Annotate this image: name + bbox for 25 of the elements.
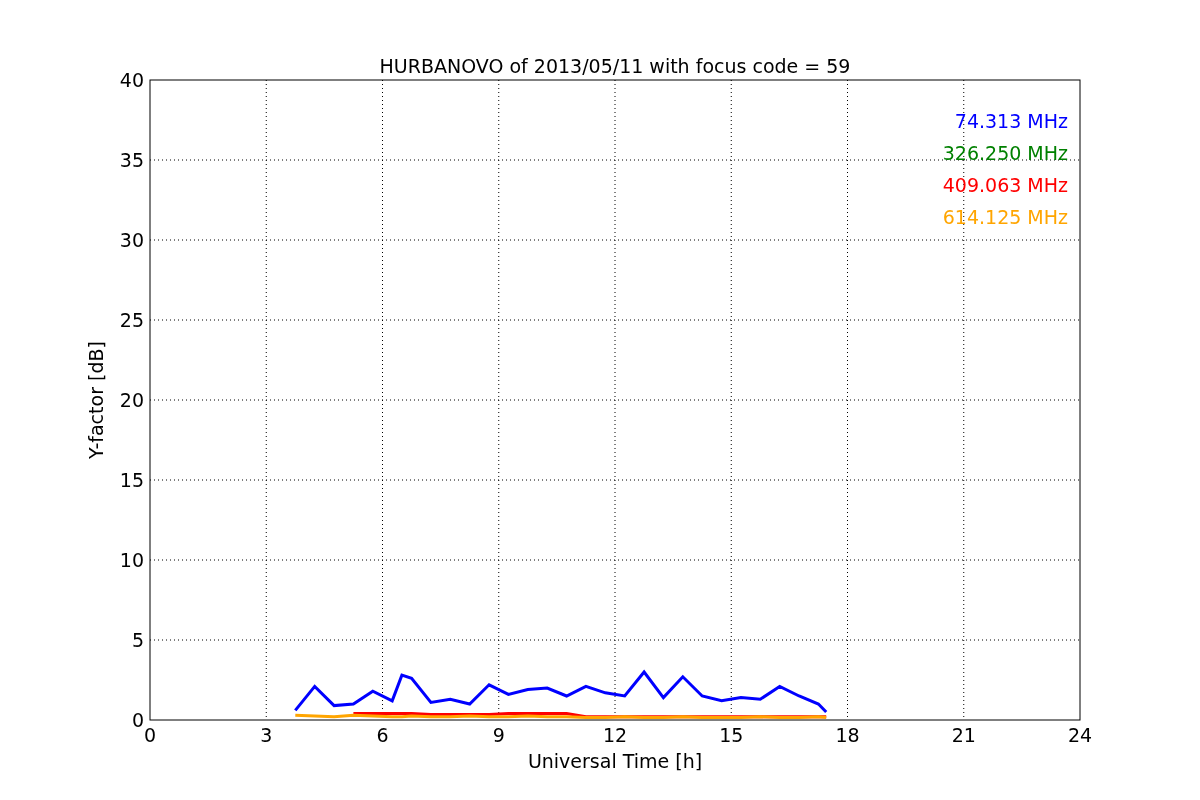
tick-label: 3	[260, 724, 273, 746]
tick-label: 25	[119, 309, 144, 331]
chart-title: HURBANOVO of 2013/05/11 with focus code = 59	[379, 55, 851, 77]
tick-label: 0	[131, 709, 144, 731]
tick-label: 20	[119, 389, 144, 411]
tick-label: 24	[1067, 724, 1093, 746]
y-axis-label: Y-factor [dB]	[85, 341, 107, 459]
tick-label: 21	[951, 724, 976, 746]
legend-label: 409.063 MHz	[942, 174, 1068, 196]
legend-label: 74.313 MHz	[954, 110, 1068, 132]
tick-label: 15	[719, 724, 744, 746]
tick-label: 9	[492, 724, 505, 746]
tick-label: 6	[376, 724, 389, 746]
legend-label: 614.125 MHz	[942, 206, 1068, 228]
tick-label: 18	[835, 724, 860, 746]
x-axis-label: Universal Time [h]	[527, 750, 703, 772]
tick-label: 30	[119, 229, 144, 251]
tick-label: 5	[131, 629, 144, 651]
tick-label: 12	[602, 724, 628, 746]
tick-label: 35	[119, 149, 144, 171]
tick-label: 0	[143, 724, 157, 746]
tick-label: 40	[119, 69, 144, 91]
tick-label: 10	[119, 549, 144, 571]
tick-label: 15	[119, 469, 144, 491]
legend-label: 326.250 MHz	[942, 142, 1068, 164]
